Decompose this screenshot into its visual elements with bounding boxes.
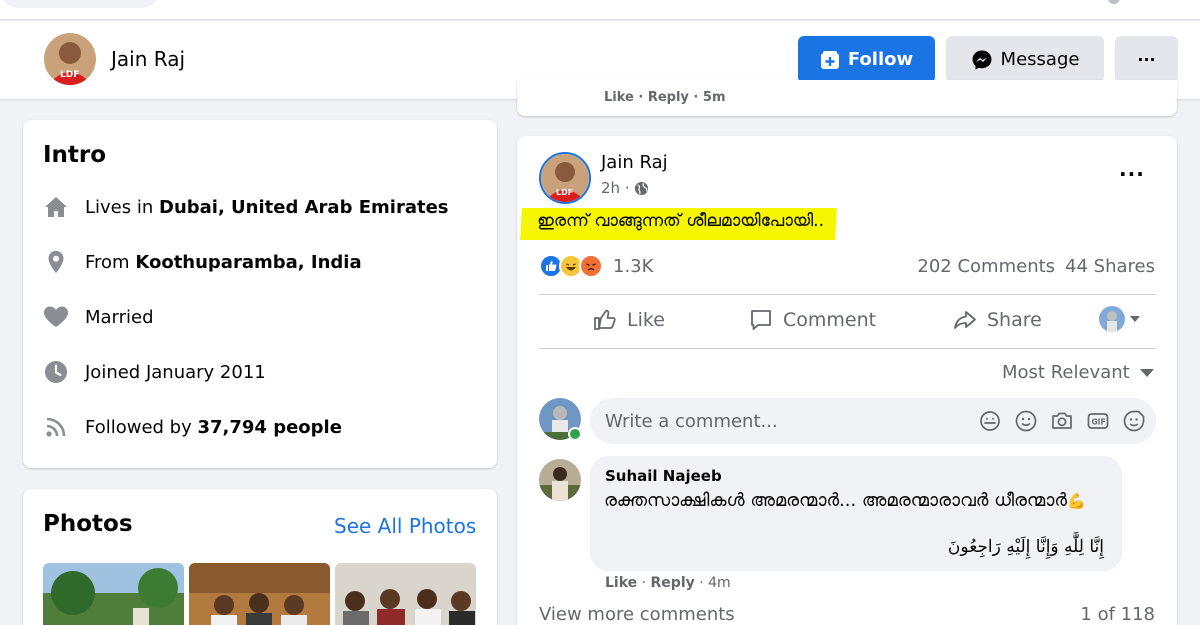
joined-text: Joined January 2011 [85, 361, 266, 383]
like-button[interactable]: Like [593, 308, 665, 332]
emoji-icon[interactable] [1014, 409, 1038, 433]
camera-icon[interactable] [1050, 409, 1074, 433]
comment-actions: Like · Reply · 4m [605, 575, 731, 591]
like-label: Like [627, 309, 665, 331]
svg-text:GIF: GIF [1092, 418, 1106, 427]
photos-card: Photos See All Photos [23, 489, 497, 625]
intro-from: From Koothuparamba, India [43, 247, 362, 277]
follow-label: Follow [847, 49, 914, 70]
intro-lives-in: Lives in Dubai, United Arab Emirates [43, 192, 449, 222]
reaction-count: 1.3K [613, 255, 654, 277]
commenter-avatar[interactable] [539, 459, 581, 501]
post-author-name[interactable]: Jain Raj [601, 152, 668, 173]
gif-icon[interactable]: GIF [1086, 409, 1110, 433]
flexed-biceps-emoji: 💪 [1066, 492, 1086, 510]
comment-pager: 1 of 118 [1080, 604, 1155, 625]
post-text-highlighted: ഇരന്ന് വാങ്ങുന്നത് ശീലമായിപോയി.. [520, 208, 837, 240]
photo-thumbnail[interactable] [189, 563, 330, 625]
post-options-button[interactable]: ··· [1119, 162, 1145, 186]
comment-button[interactable]: Comment [749, 308, 876, 332]
previous-post-fragment: Like · Reply · 5m [517, 80, 1177, 116]
followed-prefix: Followed by [85, 416, 198, 438]
heart-icon [43, 304, 69, 330]
comment-like-link[interactable]: Like [605, 575, 637, 591]
intro-card: Intro Lives in Dubai, United Arab Emirat… [23, 120, 497, 468]
followers-count-link[interactable]: 37,794 people [197, 417, 341, 438]
sticker-icon[interactable] [1122, 409, 1146, 433]
photo-thumbnail[interactable] [43, 563, 184, 625]
rss-feed-icon [43, 414, 69, 440]
comment-bubble: Suhail Najeeb രക്തസാക്ഷികൾ അമരന്മാർ... അ… [590, 456, 1122, 571]
shares-count-link[interactable]: 44 Shares [1065, 256, 1155, 277]
profile-name[interactable]: Jain Raj [111, 47, 185, 71]
intro-relationship: Married [43, 302, 154, 332]
add-friend-icon [820, 50, 840, 70]
comment-sort-dropdown[interactable]: Most Relevant [1002, 362, 1154, 383]
intro-joined: Joined January 2011 [43, 357, 266, 387]
intro-followers: Followed by 37,794 people [43, 412, 342, 442]
share-label: Share [987, 309, 1042, 331]
home-icon [43, 194, 69, 220]
sort-label: Most Relevant [1002, 362, 1130, 383]
comment-bubble-icon [749, 308, 773, 332]
svg-text:LDF: LDF [556, 188, 573, 197]
user-avatar-small [1099, 306, 1125, 332]
see-all-photos-link[interactable]: See All Photos [334, 514, 476, 538]
more-label: ··· [1137, 50, 1156, 69]
angry-reaction-icon [579, 254, 603, 278]
clock-icon [43, 359, 69, 385]
divider [539, 348, 1156, 349]
message-button[interactable]: Message [946, 36, 1104, 83]
top-navigation-strip [0, 0, 1200, 20]
svg-text:LDF: LDF [60, 70, 79, 80]
divider [539, 294, 1156, 295]
messenger-icon [971, 49, 993, 71]
from-place-link[interactable]: Koothuparamba, India [135, 252, 361, 273]
photos-title: Photos [43, 511, 133, 537]
message-label: Message [1000, 49, 1080, 70]
relationship-text: Married [85, 306, 154, 328]
comment-time[interactable]: 4m [708, 575, 731, 591]
reaction-as-selector[interactable] [1099, 306, 1141, 332]
share-button[interactable]: Share [953, 308, 1042, 332]
lives-prefix: Lives in [85, 196, 159, 218]
location-pin-icon [43, 249, 69, 275]
comment-tools: GIF [978, 409, 1146, 433]
account-menu-fragment[interactable] [1108, 0, 1120, 4]
search-bar-fragment[interactable] [0, 0, 160, 8]
reactions-summary[interactable]: 1.3K [539, 254, 653, 278]
post-text: ഇരന്ന് വാങ്ങുന്നത് ശീലമായിപോയി.. [537, 211, 825, 231]
comment-text: രക്തസാക്ഷികൾ അമരന്മാർ... അമരന്മാരാവർ ധീര… [604, 490, 1067, 511]
comment-input[interactable]: Write a comment... GIF [590, 398, 1156, 444]
from-prefix: From [85, 251, 136, 273]
comment-label: Comment [783, 309, 877, 331]
share-arrow-icon [953, 308, 977, 332]
view-more-comments-link[interactable]: View more comments [539, 604, 735, 625]
post-stats: 202 Comments 44 Shares [917, 256, 1155, 277]
comment-text-line2: إِنَّا لِلَّٰهِ وَإِنَّا إِلَيْهِ رَاجِع… [947, 537, 1104, 557]
post-meta: 2h · [601, 179, 649, 197]
follow-button[interactable]: Follow [798, 36, 935, 83]
comments-count-link[interactable]: 202 Comments [917, 256, 1055, 277]
previous-comment-actions: Like · Reply · 5m [604, 90, 726, 105]
post-card: LDF Jain Raj 2h · ··· ഇരന്ന് വാങ്ങുന്നത്… [517, 136, 1177, 625]
caret-down-icon [1139, 368, 1154, 377]
post-time[interactable]: 2h · [601, 179, 630, 197]
more-options-button[interactable]: ··· [1115, 36, 1178, 83]
comment-placeholder: Write a comment... [605, 411, 778, 432]
photo-thumbnail[interactable] [335, 563, 476, 625]
comment-text-line1: രക്തസാക്ഷികൾ അമരന്മാർ... അമരന്മാരാവർ ധീര… [604, 488, 1104, 514]
commenter-name[interactable]: Suhail Najeeb [605, 467, 722, 485]
profile-avatar[interactable]: LDF [44, 33, 96, 85]
online-status-indicator [568, 427, 582, 441]
lives-place-link[interactable]: Dubai, United Arab Emirates [159, 197, 449, 218]
globe-icon [634, 181, 649, 196]
comment-reply-link[interactable]: Reply [651, 575, 695, 591]
post-author-avatar[interactable]: LDF [539, 152, 591, 204]
avatar-sticker-icon[interactable] [978, 409, 1002, 433]
intro-title: Intro [43, 142, 107, 168]
chevron-down-icon [1129, 315, 1141, 323]
thumbs-up-icon [593, 308, 617, 332]
